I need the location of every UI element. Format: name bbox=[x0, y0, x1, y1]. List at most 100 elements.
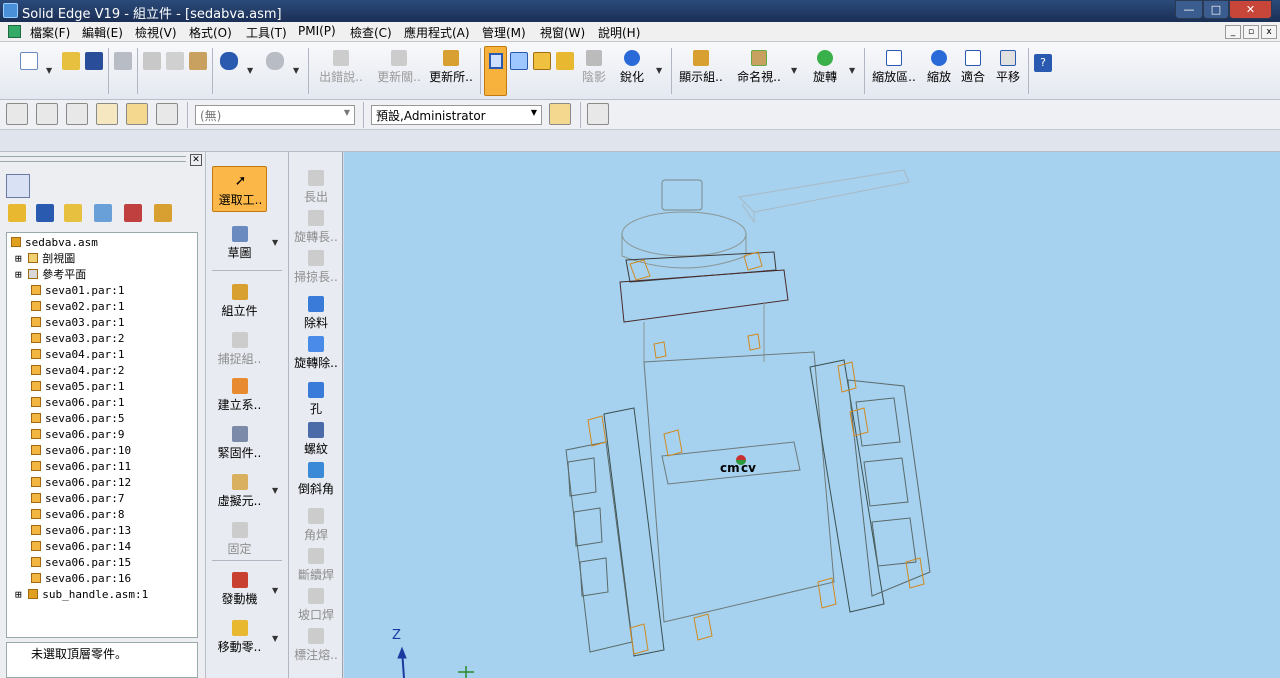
tree-part[interactable]: seva03.par:2 bbox=[31, 331, 124, 347]
undo-icon[interactable] bbox=[220, 52, 238, 70]
sharpen-dropdown-icon[interactable]: ▼ bbox=[656, 66, 662, 75]
new-dropdown-icon[interactable]: ▼ bbox=[46, 66, 52, 75]
close-button[interactable]: ✕ bbox=[1229, 0, 1272, 19]
cut-icon[interactable] bbox=[143, 52, 161, 70]
tree-part[interactable]: seva06.par:12 bbox=[31, 475, 131, 491]
select-part-icon[interactable] bbox=[6, 103, 28, 125]
menu-applications[interactable]: 應用程式(A) bbox=[404, 24, 470, 41]
hole-button[interactable]: 孔 bbox=[292, 382, 340, 417]
sharpen-button[interactable]: 銳化 bbox=[616, 46, 648, 85]
zoom-button[interactable]: 縮放 bbox=[924, 46, 954, 85]
assemble-button[interactable]: 組立件 bbox=[212, 284, 267, 319]
update-link-button[interactable]: 更新關.. bbox=[374, 46, 424, 85]
motor-dropdown-icon[interactable]: ▼ bbox=[272, 586, 278, 595]
shadow-button[interactable]: 陰影 bbox=[579, 46, 609, 85]
sketch-dropdown-icon[interactable]: ▼ bbox=[272, 238, 278, 247]
motor-button[interactable]: 發動機 bbox=[212, 572, 267, 607]
select-group-icon[interactable] bbox=[66, 103, 88, 125]
tree-part[interactable]: seva03.par:1 bbox=[31, 315, 124, 331]
menu-manage[interactable]: 管理(M) bbox=[482, 24, 526, 41]
tree-part[interactable]: seva04.par:2 bbox=[31, 363, 124, 379]
document-icon[interactable] bbox=[8, 25, 21, 38]
help-tab-icon[interactable] bbox=[154, 204, 172, 222]
revolved-protrusion-button[interactable]: 旋轉長.. bbox=[292, 210, 340, 245]
rotate-button[interactable]: 旋轉 bbox=[808, 46, 842, 85]
tree-part[interactable]: seva06.par:16 bbox=[31, 571, 131, 587]
tree-part[interactable]: seva06.par:13 bbox=[31, 523, 131, 539]
weld-annotation-button[interactable]: 標注熔.. bbox=[292, 628, 340, 663]
shaded-icon[interactable] bbox=[533, 52, 551, 70]
panel-close-icon[interactable]: ✕ bbox=[190, 154, 202, 166]
tree-part[interactable]: seva06.par:1 bbox=[31, 395, 124, 411]
user-settings-icon[interactable] bbox=[549, 103, 571, 125]
groove-weld-button[interactable]: 坡口焊 bbox=[292, 588, 340, 623]
menu-help[interactable]: 說明(H) bbox=[598, 24, 640, 41]
pin-icon[interactable] bbox=[587, 103, 609, 125]
protrusion-button[interactable]: 長出 bbox=[292, 170, 340, 205]
intermittent-weld-button[interactable]: 斷續焊 bbox=[292, 548, 340, 583]
redo-dropdown-icon[interactable]: ▼ bbox=[293, 66, 299, 75]
move-parts-button[interactable]: 移動零.. bbox=[212, 620, 267, 655]
capture-fit-button[interactable]: 捕捉組.. bbox=[212, 332, 267, 367]
show-group-button[interactable]: 顯示組.. bbox=[676, 46, 726, 85]
new-icon[interactable] bbox=[20, 52, 38, 70]
tree-part[interactable]: seva02.par:1 bbox=[31, 299, 124, 315]
tree-part[interactable]: seva01.par:1 bbox=[31, 283, 124, 299]
virtual-component-button[interactable]: 虛擬元.. bbox=[212, 474, 267, 509]
fit-button[interactable]: 適合 bbox=[958, 46, 988, 85]
doc-restore-button[interactable]: ▫ bbox=[1243, 25, 1259, 39]
create-system-button[interactable]: 建立系.. bbox=[212, 378, 267, 413]
display-tab-icon[interactable] bbox=[124, 204, 142, 222]
tree-root[interactable]: sedabva.asm bbox=[11, 235, 98, 251]
tree-part[interactable]: seva06.par:11 bbox=[31, 459, 131, 475]
named-view-button[interactable]: 命名視.. bbox=[734, 46, 784, 85]
pan-button[interactable]: 平移 bbox=[992, 46, 1024, 85]
select-tool-button[interactable]: ➚ 選取工.. bbox=[212, 166, 267, 212]
menu-edit[interactable]: 編輯(E) bbox=[82, 24, 123, 41]
parts-tab-icon[interactable] bbox=[36, 204, 54, 222]
context-help-icon[interactable]: ? bbox=[1034, 54, 1052, 72]
open-icon[interactable] bbox=[62, 52, 80, 70]
tree-part[interactable]: seva04.par:1 bbox=[31, 347, 124, 363]
save-icon[interactable] bbox=[85, 52, 103, 70]
menu-pmi[interactable]: PMI(P) bbox=[298, 24, 336, 38]
copy-icon[interactable] bbox=[166, 52, 184, 70]
wireframe-view-button[interactable] bbox=[484, 46, 507, 96]
virtual-component-dropdown-icon[interactable]: ▼ bbox=[272, 486, 278, 495]
user-combo[interactable]: 預設,Administrator ▼ bbox=[371, 105, 542, 125]
fillet-weld-button[interactable]: 角焊 bbox=[292, 508, 340, 543]
select-face-icon[interactable] bbox=[126, 103, 148, 125]
ground-button[interactable]: 固定 bbox=[212, 522, 267, 557]
tree-part[interactable]: seva06.par:7 bbox=[31, 491, 124, 507]
doc-close-button[interactable]: x bbox=[1261, 25, 1277, 39]
assembly-tab-icon[interactable] bbox=[8, 204, 26, 222]
menu-inspect[interactable]: 檢查(C) bbox=[350, 24, 392, 41]
update-all-button[interactable]: 更新所.. bbox=[426, 46, 476, 85]
print-icon[interactable] bbox=[114, 52, 132, 70]
select-subassembly-icon[interactable] bbox=[36, 103, 58, 125]
zoom-area-button[interactable]: 縮放區.. bbox=[868, 46, 920, 85]
groups-tab-icon[interactable] bbox=[64, 204, 82, 222]
tree-node-section-view[interactable]: ⊞ 剖視圖 bbox=[15, 251, 75, 267]
tree-part[interactable]: seva06.par:15 bbox=[31, 555, 131, 571]
catch-error-button[interactable]: 出錯說.. bbox=[314, 46, 368, 85]
sketch-button[interactable]: 草圖 bbox=[212, 226, 267, 261]
minimize-button[interactable]: — bbox=[1175, 0, 1203, 19]
shaded-edges-icon[interactable] bbox=[556, 52, 574, 70]
tree-part[interactable]: seva06.par:8 bbox=[31, 507, 124, 523]
redo-icon[interactable] bbox=[266, 52, 284, 70]
tree-part[interactable]: seva06.par:5 bbox=[31, 411, 124, 427]
move-parts-dropdown-icon[interactable]: ▼ bbox=[272, 634, 278, 643]
menu-tools[interactable]: 工具(T) bbox=[246, 24, 287, 41]
named-view-dropdown-icon[interactable]: ▼ bbox=[791, 66, 797, 75]
tree-part[interactable]: seva05.par:1 bbox=[31, 379, 124, 395]
menu-format[interactable]: 格式(O) bbox=[189, 24, 232, 41]
fastener-button[interactable]: 緊固件.. bbox=[212, 426, 267, 461]
menu-window[interactable]: 視窗(W) bbox=[540, 24, 585, 41]
layer-combo[interactable]: (無) ▼ bbox=[195, 105, 355, 125]
layers-tab-icon[interactable] bbox=[94, 204, 112, 222]
revolved-cutout-button[interactable]: 旋轉除.. bbox=[292, 336, 340, 371]
tree-part[interactable]: seva06.par:9 bbox=[31, 427, 124, 443]
pathfinder-tab-icon[interactable] bbox=[6, 174, 30, 198]
thread-button[interactable]: 螺紋 bbox=[292, 422, 340, 457]
